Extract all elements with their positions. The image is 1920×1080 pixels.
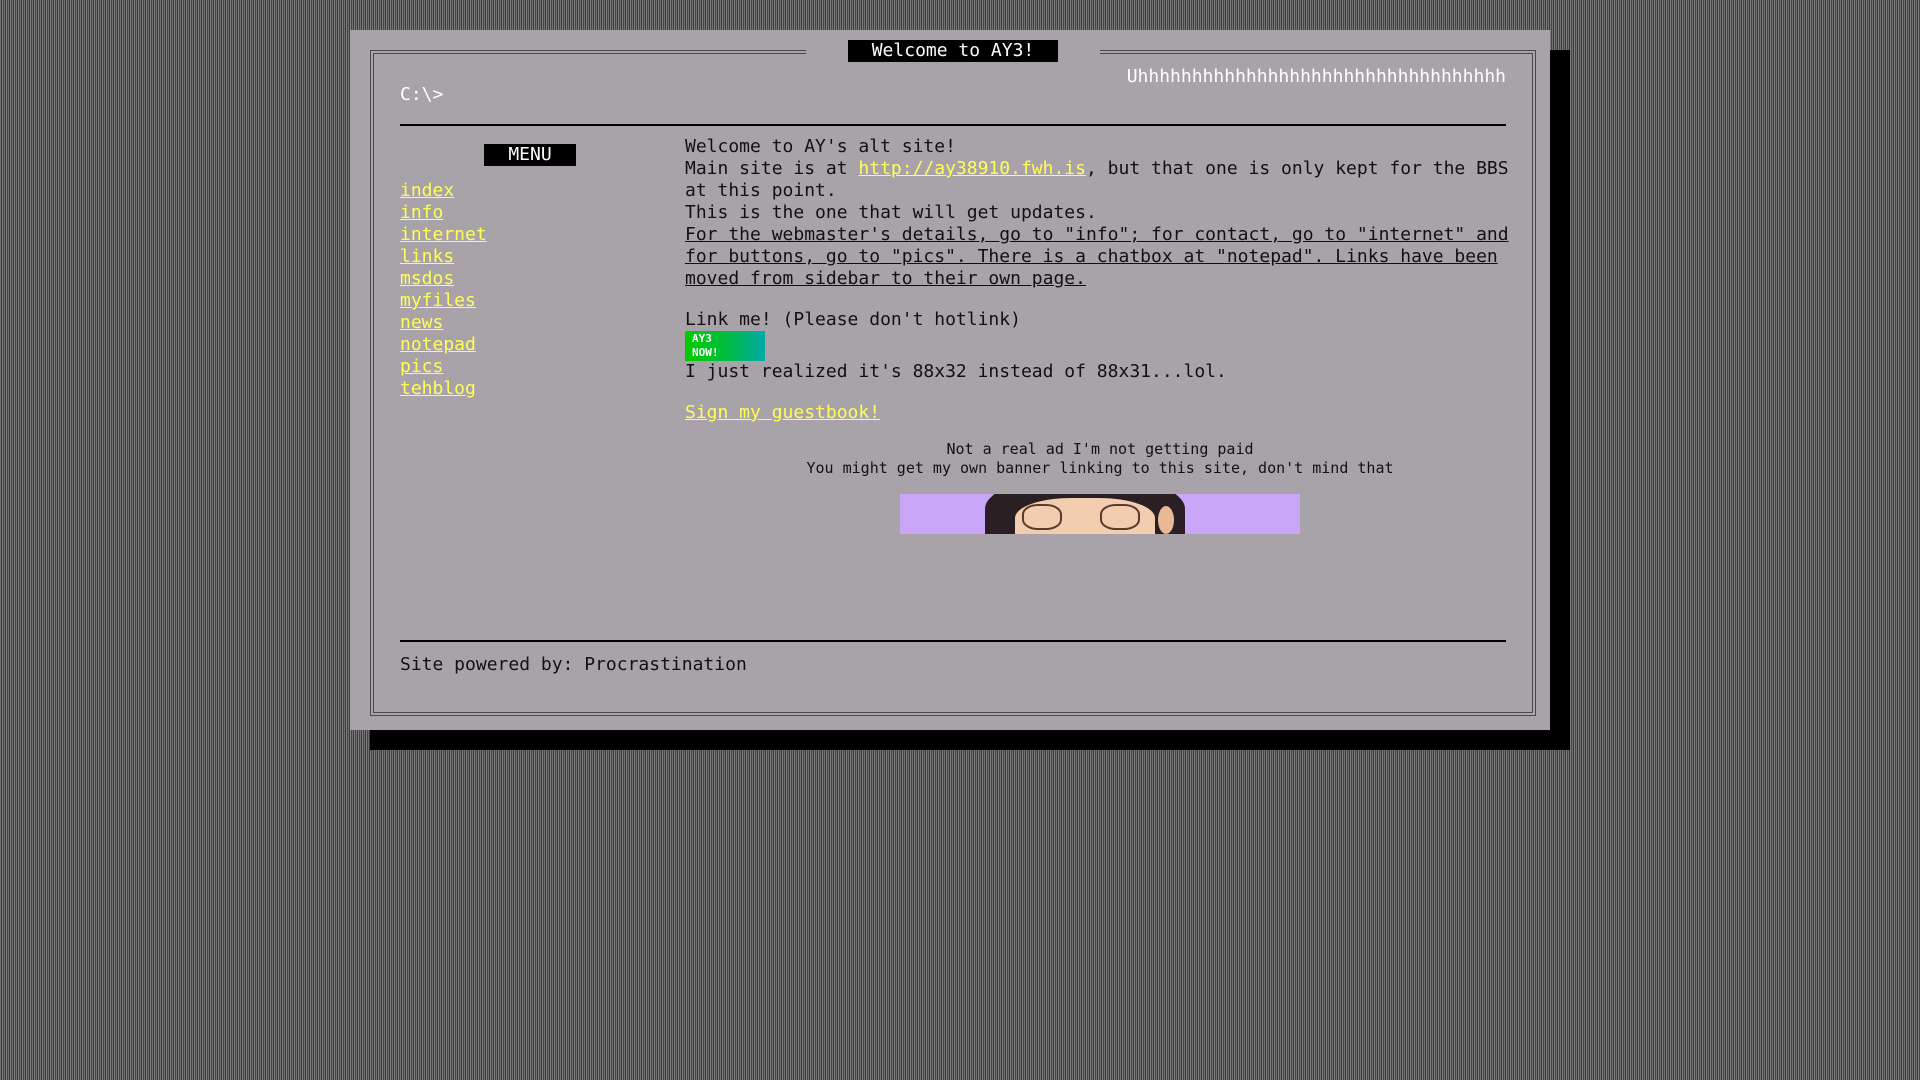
menu-link-myfiles[interactable]: myfiles — [400, 290, 476, 311]
banner-glasses-left — [1022, 504, 1062, 530]
ad-caption-line-1: Not a real ad I'm not getting paid — [946, 440, 1254, 458]
top-divider — [400, 124, 1506, 126]
main-site-prefix: Main site is at — [685, 158, 859, 179]
window-frame: Welcome to AY3! Uhhhhhhhhhhhhhhhhhhhhhhh… — [370, 40, 1536, 716]
sidebar: MENU index info internet links msdos myf… — [400, 144, 600, 400]
menu-item: tehblog — [400, 378, 600, 400]
menu-link-msdos[interactable]: msdos — [400, 268, 454, 289]
main-site-link[interactable]: http://ay38910.fwh.is — [858, 158, 1086, 179]
menu-link-links[interactable]: links — [400, 246, 454, 267]
ad-caption: Not a real ad I'm not getting paid You m… — [685, 440, 1515, 478]
guestbook-link[interactable]: Sign my guestbook! — [685, 402, 880, 423]
bottom-divider — [400, 640, 1506, 642]
menu-link-news[interactable]: news — [400, 312, 443, 333]
badge-line-2: NOW! — [692, 346, 719, 359]
guestbook-paragraph: Sign my guestbook! — [685, 402, 1515, 424]
ad-caption-line-2: You might get my own banner linking to t… — [806, 459, 1394, 477]
ay3-button-badge[interactable]: AY3 NOW! — [685, 331, 765, 361]
menu-item: index — [400, 180, 600, 202]
badge-line-1: AY3 — [692, 332, 712, 345]
updates-text: This is the one that will get updates. — [685, 202, 1097, 223]
badge-note: I just realized it's 88x32 instead of 88… — [685, 361, 1227, 382]
ad-banner-image[interactable] — [900, 494, 1300, 534]
menu-link-tehblog[interactable]: tehblog — [400, 378, 476, 399]
menu-link-index[interactable]: index — [400, 180, 454, 201]
menu-item: msdos — [400, 268, 600, 290]
main-window: Welcome to AY3! Uhhhhhhhhhhhhhhhhhhhhhhh… — [350, 30, 1550, 730]
menu-link-internet[interactable]: internet — [400, 224, 487, 245]
window-title-bar: Welcome to AY3! — [374, 40, 1532, 62]
welcome-text: Welcome to AY's alt site! — [685, 136, 956, 157]
main-content: Welcome to AY's alt site! Main site is a… — [685, 136, 1515, 534]
menu-link-pics[interactable]: pics — [400, 356, 443, 377]
menu-link-notepad[interactable]: notepad — [400, 334, 476, 355]
marquee-text: Uhhhhhhhhhhhhhhhhhhhhhhhhhhhhhhhhhh — [1126, 66, 1506, 87]
window-title: Welcome to AY3! — [847, 40, 1059, 62]
dos-prompt: C:\> — [400, 84, 444, 105]
banner-glasses-right — [1100, 504, 1140, 530]
menu-item: internet — [400, 224, 600, 246]
menu-item: news — [400, 312, 600, 334]
menu-item: pics — [400, 356, 600, 378]
details-text: For the webmaster's details, go to "info… — [685, 224, 1509, 289]
menu-item: links — [400, 246, 600, 268]
menu-item: myfiles — [400, 290, 600, 312]
menu-link-info[interactable]: info — [400, 202, 443, 223]
menu-heading: MENU — [484, 144, 576, 166]
banner-ear — [1158, 506, 1174, 534]
link-me-text: Link me! (Please don't hotlink) — [685, 309, 1021, 330]
menu-list: index info internet links msdos myfiles … — [400, 180, 600, 400]
menu-item: notepad — [400, 334, 600, 356]
menu-item: info — [400, 202, 600, 224]
main-site-paragraph: Main site is at http://ay38910.fwh.is, b… — [685, 158, 1515, 202]
footer-text: Site powered by: Procrastination — [400, 654, 747, 675]
